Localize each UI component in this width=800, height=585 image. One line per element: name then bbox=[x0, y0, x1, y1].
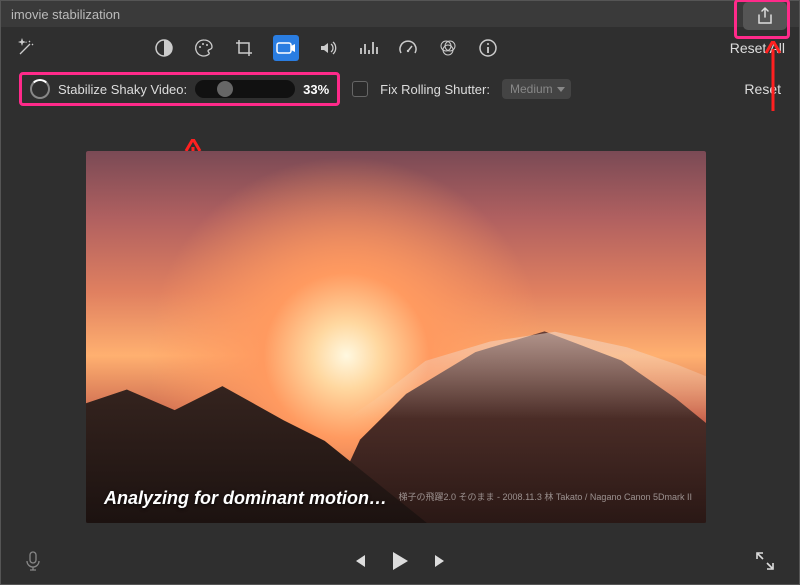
preview-metadata: 梯子の飛躍2.0 そのまま - 2008.11.3 林 Takato / Nag… bbox=[399, 490, 692, 503]
filters-icon[interactable] bbox=[437, 37, 459, 59]
microphone-icon[interactable] bbox=[25, 551, 41, 571]
stabilization-tab-icon[interactable] bbox=[273, 35, 299, 61]
reset-all-button[interactable]: Reset All bbox=[730, 40, 785, 56]
rolling-shutter-checkbox[interactable] bbox=[352, 81, 368, 97]
prev-button[interactable] bbox=[350, 552, 368, 570]
video-preview[interactable]: Analyzing for dominant motion… 梯子の飛躍2.0 … bbox=[86, 151, 706, 523]
play-button[interactable] bbox=[390, 550, 410, 572]
next-button[interactable] bbox=[432, 552, 450, 570]
slider-thumb[interactable] bbox=[217, 81, 233, 97]
titlebar: imovie stabilization bbox=[1, 1, 799, 27]
info-icon[interactable] bbox=[477, 37, 499, 59]
rolling-shutter-value: Medium bbox=[510, 82, 553, 96]
rolling-shutter-select[interactable]: Medium bbox=[502, 79, 571, 99]
magic-wand-icon[interactable] bbox=[15, 37, 37, 59]
speedometer-icon[interactable] bbox=[397, 37, 419, 59]
share-icon bbox=[756, 7, 774, 25]
window-title: imovie stabilization bbox=[11, 7, 120, 22]
stabilize-group: Stabilize Shaky Video: 33% bbox=[19, 72, 340, 106]
transport-controls bbox=[350, 550, 450, 572]
inspector-toolbar: Reset All bbox=[1, 27, 799, 69]
stabilize-label: Stabilize Shaky Video: bbox=[58, 82, 187, 97]
stabilize-slider[interactable] bbox=[195, 80, 295, 98]
fullscreen-button[interactable] bbox=[755, 551, 775, 571]
stabilize-value: 33% bbox=[303, 82, 329, 97]
bottom-bar bbox=[1, 538, 799, 584]
share-button[interactable] bbox=[743, 2, 787, 30]
volume-icon[interactable] bbox=[317, 37, 339, 59]
contrast-icon[interactable] bbox=[153, 37, 175, 59]
loading-spinner-icon bbox=[30, 79, 50, 99]
palette-icon[interactable] bbox=[193, 37, 215, 59]
equalizer-icon[interactable] bbox=[357, 37, 379, 59]
app-window: imovie stabilization Reset All Stabilize… bbox=[0, 0, 800, 585]
reset-button[interactable]: Reset bbox=[744, 81, 781, 97]
stabilization-settings: Stabilize Shaky Video: 33% Fix Rolling S… bbox=[1, 69, 799, 109]
rolling-shutter-label: Fix Rolling Shutter: bbox=[380, 82, 490, 97]
analysis-status: Analyzing for dominant motion… bbox=[104, 488, 387, 509]
crop-icon[interactable] bbox=[233, 37, 255, 59]
